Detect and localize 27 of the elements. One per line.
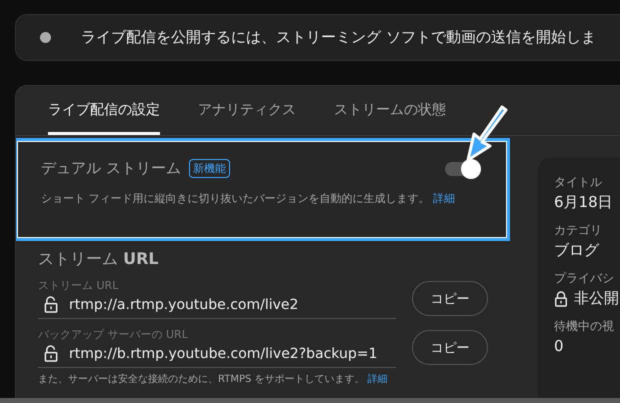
url-field[interactable]: ストリーム URL rtmp://a.rtmp.youtube.com/live2 — [38, 278, 396, 319]
detail-value: ブログ — [554, 241, 599, 260]
toggle-switch[interactable] — [445, 162, 479, 176]
copy-button[interactable]: コピー — [412, 330, 488, 365]
unlocked-lock-icon — [44, 345, 59, 362]
detail-value: 非公開 — [574, 289, 619, 308]
tab[interactable]: ライブ配信の設定 — [48, 101, 160, 135]
detail-label: タイトル — [554, 174, 603, 191]
detail-label: カテゴリ — [554, 222, 603, 239]
unlocked-lock-icon — [44, 296, 59, 313]
detail-value: 0 — [554, 337, 564, 355]
url-field[interactable]: バックアップ サーバーの URL rtmp://b.rtmp.youtube.com/live2?backup=1 — [38, 327, 396, 368]
rtmps-note: また、サーバーは安全な接続のために、RTMPS をサポートしています。 詳細 — [38, 372, 389, 386]
section-heading: ストリーム URL — [38, 249, 160, 270]
new-feature-badge: 新機能 — [188, 159, 230, 178]
copy-button[interactable]: コピー — [412, 281, 488, 316]
learn-more-link[interactable]: 詳細 — [368, 374, 388, 385]
detail-value: 6月18日 — [554, 193, 613, 212]
status-dot-icon — [40, 32, 51, 43]
detail-label: プライバシ — [554, 270, 615, 287]
tab[interactable]: アナリティクス — [198, 101, 296, 135]
tab[interactable]: ストリームの状態 — [334, 101, 446, 135]
detail-label: 待機中の視 — [554, 318, 615, 335]
banner-message: ライブ配信を公開するには、ストリーミング ソフトで動画の送信を開始しま — [81, 28, 596, 47]
learn-more-link[interactable]: 詳細 — [433, 192, 455, 205]
dual-stream-title: デュアル ストリーム — [41, 159, 181, 178]
dual-stream-description: ショート フィード用に縦向きに切り抜いたバージョンを自動的に生成します。 詳細 — [41, 191, 456, 207]
